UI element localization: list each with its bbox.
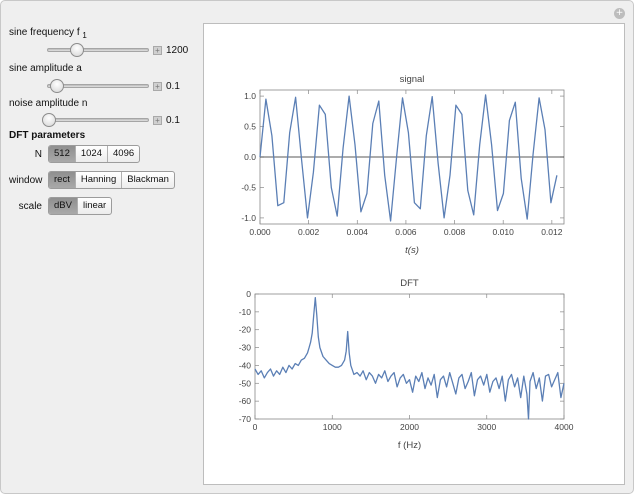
slider-track: [47, 118, 149, 122]
sine-amplitude-label: sine amplitude a: [9, 63, 82, 74]
x-tick-label: 0.000: [249, 227, 271, 237]
y-tick-label: -30: [239, 343, 252, 353]
x-tick-label: 0: [253, 422, 258, 432]
y-tick-label: -40: [239, 360, 252, 370]
scale-label: scale: [18, 200, 42, 212]
window-setter-row: window rect Hanning Blackman: [9, 171, 175, 189]
n-option-1024[interactable]: 1024: [74, 146, 107, 162]
window-setter: rect Hanning Blackman: [48, 171, 175, 189]
plus-icon[interactable]: +: [153, 82, 162, 91]
window-option-rect[interactable]: rect: [49, 172, 75, 188]
scale-option-dbv[interactable]: dBV: [49, 198, 77, 214]
plus-circle-icon[interactable]: +: [614, 8, 625, 19]
plots-canvas: signal0.000 0.002 0.004 0.006 0.008 0.010 0.01…: [239, 74, 574, 451]
chart-title: signal: [400, 74, 425, 85]
x-axis-label: t(s): [405, 245, 419, 256]
y-tick-label: -60: [239, 396, 252, 406]
x-axis-label: f (Hz): [398, 440, 421, 451]
sine-amplitude-value: 0.1: [166, 81, 180, 92]
x-tick-label: 0.008: [444, 227, 466, 237]
window-option-blackman[interactable]: Blackman: [121, 172, 174, 188]
n-setter: 512 1024 4096: [48, 145, 141, 163]
x-tick-label: 3000: [477, 422, 496, 432]
sine-frequency-slider[interactable]: [47, 43, 149, 57]
chart-title: DFT: [400, 278, 419, 289]
y-tick-label: 0.0: [244, 152, 256, 162]
noise-amplitude-slider[interactable]: [42, 113, 149, 127]
noise-amplitude-label: noise amplitude n: [9, 98, 88, 109]
y-tick-label: -10: [239, 307, 252, 317]
y-tick-label: -70: [239, 414, 252, 424]
plot-panel: signal 0.000 0.002 0.004 0.006 0.008 0.010 0.01…: [203, 23, 625, 485]
window-label: window: [9, 174, 43, 186]
scale-setter: dBV linear: [48, 197, 113, 215]
y-tick-label: -50: [239, 378, 252, 388]
sine-frequency-label: sine frequency f 1: [9, 27, 87, 40]
series-line: [259, 94, 558, 222]
x-tick-label: 1000: [323, 422, 342, 432]
n-label: N: [34, 148, 42, 160]
y-tick-label: 0.5: [244, 122, 256, 132]
dft-parameters-heading: DFT parameters: [9, 130, 86, 141]
y-tick-label: 1.0: [244, 91, 256, 101]
x-tick-label: 0.006: [395, 227, 417, 237]
manipulate-window: + sine frequency f 1 + 1200 sine amplitu…: [0, 0, 634, 494]
x-tick-label: 0.002: [298, 227, 320, 237]
n-setter-row: N 512 1024 4096: [9, 145, 141, 163]
plus-icon[interactable]: +: [153, 46, 162, 55]
sine-amplitude-slider[interactable]: [47, 79, 149, 93]
plot-frame: [254, 293, 565, 420]
x-tick-label: 2000: [400, 422, 419, 432]
plus-icon[interactable]: +: [153, 116, 162, 125]
slider-thumb[interactable]: [42, 113, 57, 127]
x-tick-label: 0.012: [541, 227, 563, 237]
n-option-512[interactable]: 512: [49, 146, 75, 162]
y-tick-label: -20: [239, 325, 252, 335]
noise-amplitude-value: 0.1: [166, 115, 180, 126]
x-tick-label: 0.010: [493, 227, 515, 237]
sine-frequency-value: 1200: [166, 45, 189, 56]
y-tick-label: -1.0: [241, 213, 256, 223]
series-line: [254, 296, 565, 420]
scale-option-linear[interactable]: linear: [76, 198, 111, 214]
slider-thumb[interactable]: [69, 43, 84, 57]
n-option-4096[interactable]: 4096: [107, 146, 139, 162]
x-tick-label: 0.004: [347, 227, 369, 237]
slider-track: [47, 48, 149, 52]
scale-setter-row: scale dBV linear: [9, 197, 113, 215]
y-tick-label: -0.5: [241, 182, 256, 192]
slider-thumb[interactable]: [50, 79, 65, 93]
window-option-hanning[interactable]: Hanning: [74, 172, 121, 188]
y-tick-label: 0: [246, 289, 251, 299]
x-tick-label: 4000: [555, 422, 574, 432]
